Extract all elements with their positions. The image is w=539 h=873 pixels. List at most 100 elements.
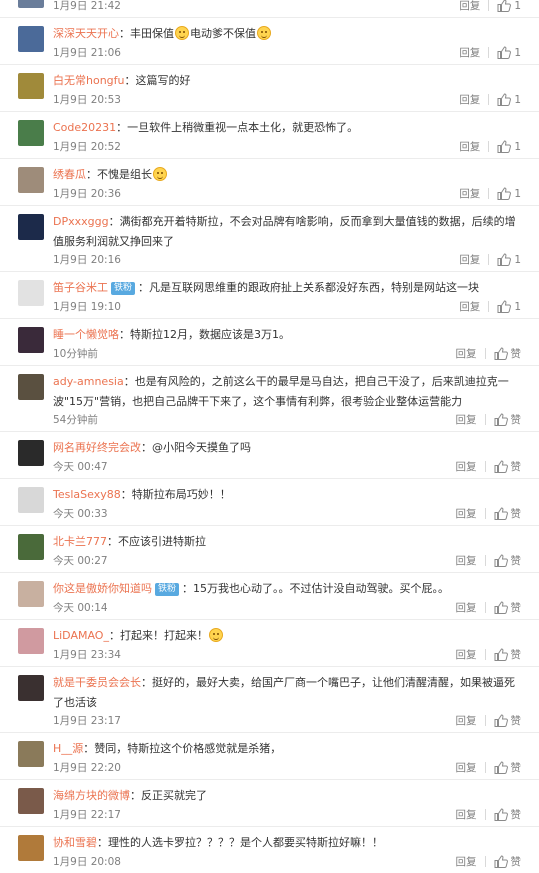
reply-button[interactable]: 回复 <box>456 412 477 427</box>
comment-text: 一旦软件上稍微重视一点本土化，就更恐怖了。 <box>127 121 359 134</box>
comment-time: 1月9日 21:42 <box>53 0 121 12</box>
like-button[interactable]: 赞 <box>494 346 521 361</box>
avatar[interactable] <box>18 167 44 193</box>
reply-button[interactable]: 回复 <box>459 0 480 13</box>
reply-button[interactable]: 回复 <box>459 252 480 267</box>
reply-button[interactable]: 回复 <box>459 92 480 107</box>
comment-content: 笛子谷米工 铁粉 ：凡是互联网思维重的跟政府扯上关系都没好东西，特别是网站这一块 <box>53 278 525 298</box>
avatar[interactable] <box>18 120 44 146</box>
comment-actions: 回复 赞 <box>456 600 521 615</box>
like-count: 赞 <box>510 414 522 426</box>
like-button[interactable]: 赞 <box>494 760 521 775</box>
like-button[interactable]: 赞 <box>494 506 521 521</box>
reply-button[interactable]: 回复 <box>459 299 480 314</box>
avatar[interactable] <box>18 73 44 99</box>
like-button[interactable]: 赞 <box>494 713 522 728</box>
like-count: 赞 <box>510 809 522 821</box>
username-link[interactable]: 网名再好终完会改 <box>53 441 141 454</box>
avatar[interactable] <box>18 628 44 654</box>
divider <box>484 414 486 425</box>
avatar[interactable] <box>18 788 44 814</box>
username-link[interactable]: 白无常hongfu <box>53 74 125 87</box>
comment-time: 1月9日 20:08 <box>53 856 121 868</box>
username-link[interactable]: Code20231 <box>53 121 116 134</box>
avatar[interactable] <box>18 534 44 560</box>
reply-button[interactable]: 回复 <box>456 854 477 869</box>
comment-text: 赞同，特斯拉这个价格感觉就是杀猪， <box>94 742 282 755</box>
avatar[interactable] <box>18 581 44 607</box>
comment-time: 1月9日 23:17 <box>53 715 121 727</box>
comment-actions: 回复 赞 <box>456 553 521 568</box>
comment-actions: 回复 赞 <box>456 647 521 662</box>
like-button[interactable]: 1 <box>497 140 521 153</box>
like-button[interactable]: 1 <box>497 46 521 59</box>
comment-actions: 回复 赞 <box>456 760 521 775</box>
divider <box>488 141 490 152</box>
username-link[interactable]: 海绵方块的微博 <box>53 789 130 802</box>
thumbs-up-icon <box>494 714 508 727</box>
like-button[interactable]: 赞 <box>494 854 521 869</box>
avatar[interactable] <box>18 440 44 466</box>
reply-button[interactable]: 回复 <box>456 647 477 662</box>
thumbs-up-icon <box>494 808 508 821</box>
like-button[interactable]: 1 <box>497 93 521 106</box>
username-link[interactable]: 你这是傲娇你知道吗 <box>53 582 152 595</box>
like-button[interactable]: 赞 <box>494 647 521 662</box>
username-link[interactable]: ady-amnesia <box>53 375 124 388</box>
reply-button[interactable]: 回复 <box>456 506 477 521</box>
comment-content: 睡一个懒觉咯：特斯拉12月，数据应该是3万1。 <box>53 325 525 345</box>
comment-text: 凡是互联网思维重的跟政府扯上关系都没好东西，特别是网站这一块 <box>149 281 480 294</box>
username-link[interactable]: 北卡兰777 <box>53 535 107 548</box>
avatar[interactable] <box>18 214 44 240</box>
username-link[interactable]: 笛子谷米工 <box>53 281 108 294</box>
reply-button[interactable]: 回复 <box>456 713 477 728</box>
reply-button[interactable]: 回复 <box>456 807 477 822</box>
reply-button[interactable]: 回复 <box>456 459 477 474</box>
divider <box>484 762 486 773</box>
avatar[interactable] <box>18 835 44 861</box>
reply-button[interactable]: 回复 <box>456 346 477 361</box>
like-button[interactable]: 1 <box>497 187 521 200</box>
like-count: 赞 <box>510 715 522 727</box>
username-link[interactable]: 深深天天开心 <box>53 27 119 40</box>
smile-emoji-icon <box>208 628 223 642</box>
username-link[interactable]: 绣春瓜 <box>53 168 86 181</box>
avatar[interactable] <box>18 675 44 701</box>
like-button[interactable]: 1 <box>497 300 521 313</box>
username-link[interactable]: LiDAMAO_ <box>53 629 109 642</box>
avatar[interactable] <box>18 487 44 513</box>
like-button[interactable]: 1 <box>497 253 521 266</box>
avatar[interactable] <box>18 741 44 767</box>
avatar[interactable] <box>18 374 44 400</box>
comment-content: 海绵方块的微博：反正买就完了 <box>53 786 525 806</box>
like-button[interactable]: 1 <box>497 0 521 12</box>
divider <box>488 94 490 105</box>
reply-button[interactable]: 回复 <box>456 600 477 615</box>
smile-emoji-icon <box>175 26 189 40</box>
username-link[interactable]: 协和雪碧 <box>53 836 97 849</box>
like-button[interactable]: 赞 <box>494 412 522 427</box>
avatar[interactable] <box>18 327 44 353</box>
reply-button[interactable]: 回复 <box>459 139 480 154</box>
reply-button[interactable]: 回复 <box>459 186 480 201</box>
like-button[interactable]: 赞 <box>494 600 521 615</box>
comment-text: @小阳今天摸鱼了吗 <box>152 441 251 454</box>
comment-item: DPxxxggg：满街都充开着特斯拉，不会对品牌有啥影响，反而拿到大量值钱的数据… <box>0 206 539 272</box>
comment-actions: 回复 赞 <box>456 412 522 427</box>
username-link[interactable]: DPxxxggg <box>53 215 109 228</box>
avatar[interactable] <box>18 26 44 52</box>
username-link[interactable]: 睡一个懒觉咯 <box>53 328 119 341</box>
reply-button[interactable]: 回复 <box>459 45 480 60</box>
username-link[interactable]: TeslaSexy88 <box>53 488 121 501</box>
divider <box>484 348 486 359</box>
avatar[interactable] <box>18 0 44 8</box>
like-button[interactable]: 赞 <box>494 807 522 822</box>
avatar[interactable] <box>18 280 44 306</box>
comment-content: H__源：赞同，特斯拉这个价格感觉就是杀猪， <box>53 739 525 759</box>
like-button[interactable]: 赞 <box>494 553 521 568</box>
username-link[interactable]: 就是干委员会会长 <box>53 676 141 689</box>
like-button[interactable]: 赞 <box>494 459 521 474</box>
username-link[interactable]: H__源 <box>53 742 83 755</box>
reply-button[interactable]: 回复 <box>456 553 477 568</box>
reply-button[interactable]: 回复 <box>456 760 477 775</box>
